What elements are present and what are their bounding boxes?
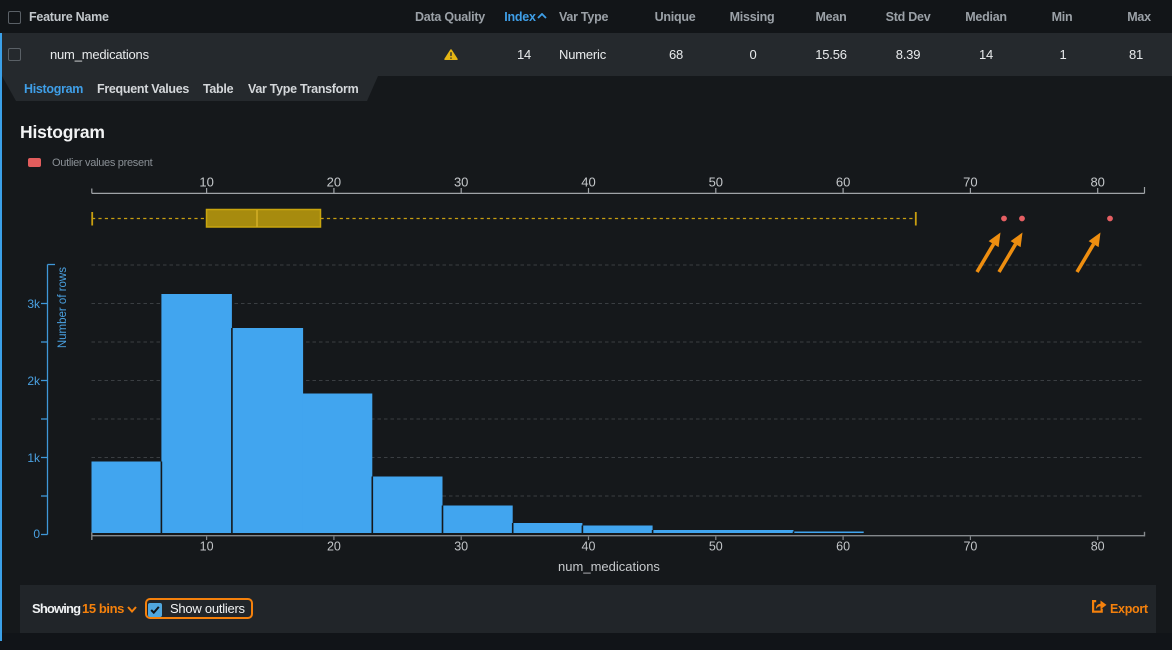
- svg-text:30: 30: [454, 174, 468, 189]
- svg-text:0: 0: [33, 527, 40, 541]
- svg-text:80: 80: [1090, 174, 1104, 189]
- svg-text:10: 10: [200, 540, 214, 554]
- svg-text:Number of rows: Number of rows: [57, 267, 69, 348]
- svg-text:70: 70: [963, 174, 977, 189]
- svg-text:80: 80: [1091, 540, 1105, 554]
- svg-text:30: 30: [454, 540, 468, 554]
- svg-text:50: 50: [709, 174, 723, 189]
- svg-text:num_medications: num_medications: [558, 559, 660, 574]
- svg-text:40: 40: [582, 540, 596, 554]
- svg-text:40: 40: [581, 174, 595, 189]
- svg-text:70: 70: [963, 540, 977, 554]
- svg-text:60: 60: [836, 174, 850, 189]
- svg-text:2k: 2k: [27, 374, 41, 388]
- svg-text:10: 10: [199, 174, 213, 189]
- svg-text:20: 20: [327, 540, 341, 554]
- svg-text:20: 20: [327, 174, 341, 189]
- svg-text:50: 50: [709, 540, 723, 554]
- svg-text:1k: 1k: [27, 451, 41, 465]
- svg-text:60: 60: [836, 540, 850, 554]
- svg-text:3k: 3k: [27, 297, 41, 311]
